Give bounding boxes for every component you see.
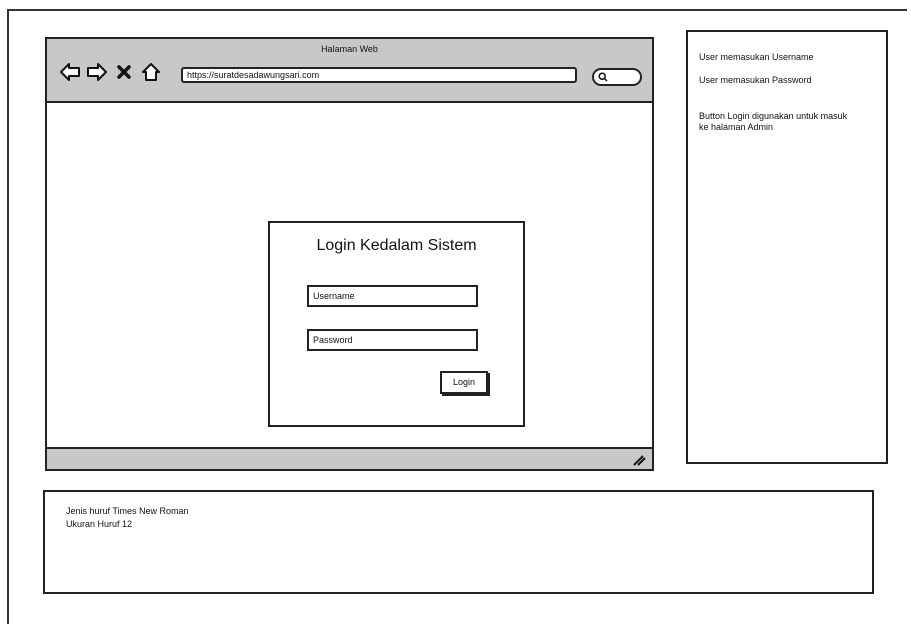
font-notes-panel: Jenis huruf Times New Roman Ukuran Huruf… xyxy=(43,490,874,594)
home-icon[interactable] xyxy=(140,61,162,83)
username-field[interactable]: Username xyxy=(307,285,478,307)
search-icon xyxy=(598,72,608,82)
note-login-button: Button Login digunakan untuk masuk ke ha… xyxy=(699,111,848,132)
nav-icons xyxy=(59,61,162,83)
resize-grip-icon[interactable] xyxy=(632,454,646,466)
browser-title: Halaman Web xyxy=(321,44,378,54)
forward-arrow-icon[interactable] xyxy=(86,61,108,83)
back-arrow-icon[interactable] xyxy=(59,61,81,83)
browser-window: Halaman Web https://suratdesadawungsari.… xyxy=(45,37,654,471)
font-type-note: Jenis huruf Times New Roman xyxy=(66,506,189,516)
note-password: User memasukan Password xyxy=(699,75,812,85)
login-title: Login Kedalam Sistem xyxy=(316,237,477,254)
font-size-note: Ukuran Huruf 12 xyxy=(66,519,133,529)
browser-toolbar: Halaman Web https://suratdesadawungsari.… xyxy=(47,39,652,103)
login-dialog: Login Kedalam Sistem Username Password L… xyxy=(268,221,525,427)
login-button[interactable]: Login xyxy=(440,371,488,394)
browser-statusbar xyxy=(47,447,652,469)
address-bar[interactable]: https://suratdesadawungsari.com xyxy=(181,67,577,83)
notes-panel: User memasukan Username User memasukan P… xyxy=(686,30,888,464)
note-username: User memasukan Username xyxy=(699,52,814,62)
password-field[interactable]: Password xyxy=(307,329,478,351)
search-button[interactable] xyxy=(592,68,642,86)
close-x-icon[interactable] xyxy=(113,61,135,83)
